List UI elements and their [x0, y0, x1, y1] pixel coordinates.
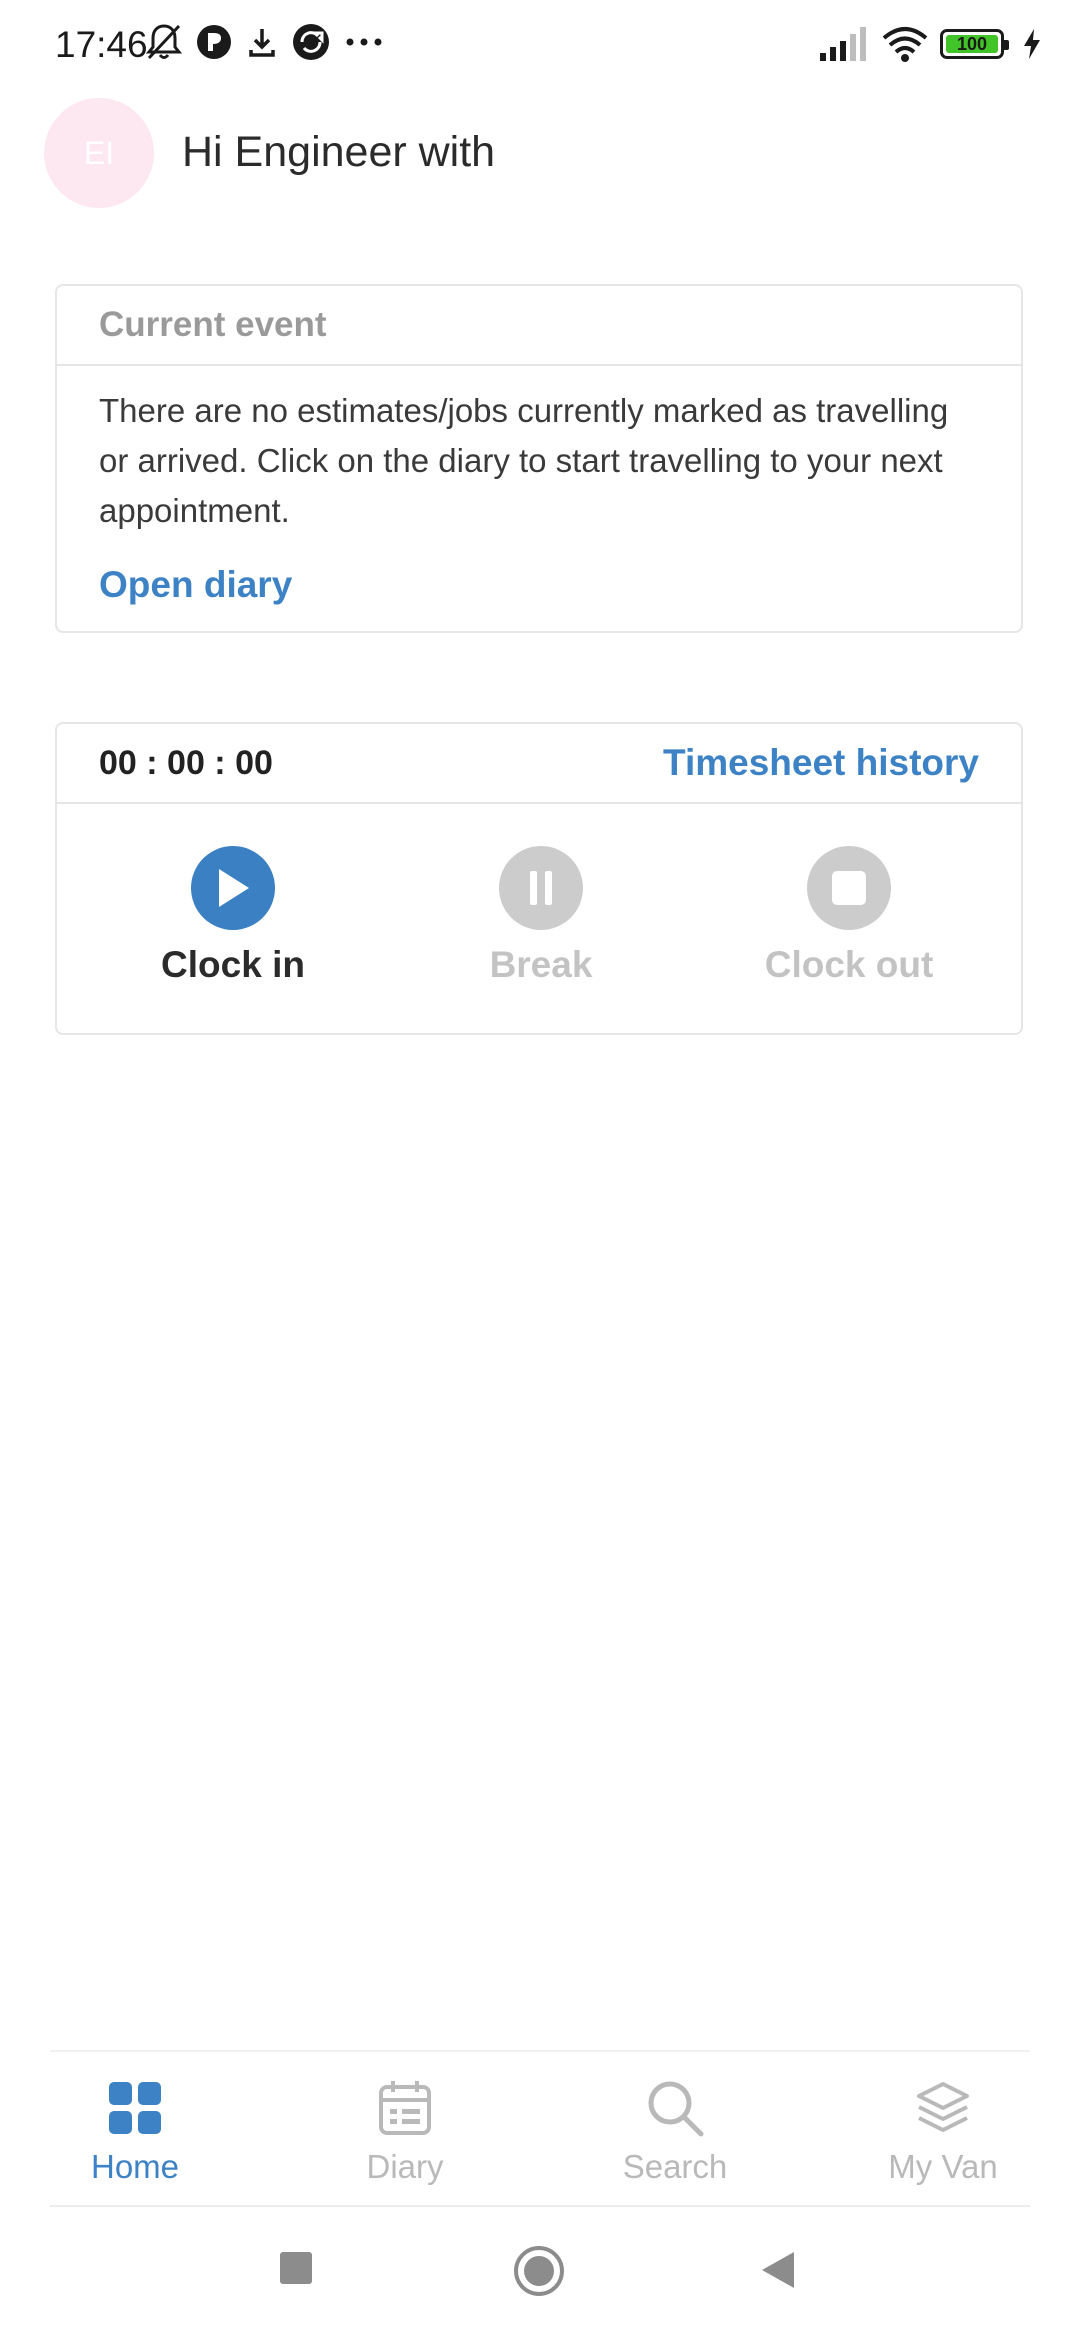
bottom-nav: Home Diary Search My Van — [50, 2050, 1030, 2207]
timesheet-header: 00 : 00 : 00 Timesheet history — [57, 724, 1021, 804]
clock-in-label: Clock in — [161, 944, 305, 985]
grid-icon — [109, 2082, 161, 2134]
charging-icon — [1024, 29, 1040, 59]
status-right-icons: 100 — [820, 26, 1042, 62]
timer-display: 00 : 00 : 00 — [99, 743, 273, 782]
home-button-icon[interactable] — [512, 2244, 566, 2298]
avatar[interactable]: EI — [44, 98, 154, 208]
wifi-icon — [882, 27, 928, 62]
current-event-card: Current event There are no estimates/job… — [55, 284, 1023, 633]
clock-out-label: Clock out — [764, 944, 934, 985]
clock-in-button[interactable]: Clock in — [123, 846, 343, 986]
status-bar: 17:46 100 — [0, 0, 1080, 95]
system-nav-bar — [0, 2210, 1080, 2340]
stop-icon — [807, 846, 891, 930]
pause-icon — [499, 846, 583, 930]
timesheet-history-link[interactable]: Timesheet history — [663, 742, 979, 784]
nav-home-label: Home — [90, 2148, 180, 2185]
calendar-icon — [379, 2081, 431, 2135]
open-diary-link[interactable]: Open diary — [99, 564, 292, 606]
nav-diary[interactable]: Diary — [305, 2076, 505, 2186]
avatar-initials: EI — [83, 134, 115, 171]
nav-home[interactable]: Home — [35, 2076, 235, 2186]
current-event-header: Current event — [57, 286, 1021, 366]
nav-diary-label: Diary — [366, 2148, 444, 2185]
timesheet-actions: Clock in Break Clock out — [57, 804, 1021, 1033]
bell-muted-icon — [146, 24, 182, 60]
app-icon — [197, 25, 231, 59]
battery-icon: 100 — [940, 29, 1009, 59]
break-label: Break — [489, 944, 593, 985]
search-icon — [648, 2081, 704, 2137]
more-icon — [346, 38, 382, 46]
break-button[interactable]: Break — [431, 846, 651, 986]
clock-out-button[interactable]: Clock out — [739, 846, 959, 986]
current-event-title: Current event — [99, 305, 327, 344]
status-time: 17:46 — [55, 24, 148, 65]
nav-my-van[interactable]: My Van — [843, 2076, 1043, 2186]
battery-tip — [1004, 40, 1009, 50]
sync-icon — [293, 24, 329, 60]
layers-icon — [917, 2082, 969, 2132]
current-event-message: There are no estimates/jobs currently ma… — [99, 392, 949, 529]
nav-my-van-label: My Van — [888, 2148, 998, 2185]
battery-level: 100 — [956, 33, 988, 54]
greeting-text: Hi Engineer with — [182, 128, 496, 176]
timesheet-card: 00 : 00 : 00 Timesheet history Clock in … — [55, 722, 1023, 1035]
nav-search-label: Search — [622, 2148, 728, 2185]
download-icon — [249, 29, 275, 57]
signal-icon — [820, 27, 866, 61]
recent-apps-icon[interactable] — [278, 2250, 314, 2286]
play-icon — [191, 846, 275, 930]
back-icon[interactable] — [760, 2250, 796, 2290]
nav-search[interactable]: Search — [575, 2076, 775, 2186]
status-left-icons — [146, 22, 384, 62]
